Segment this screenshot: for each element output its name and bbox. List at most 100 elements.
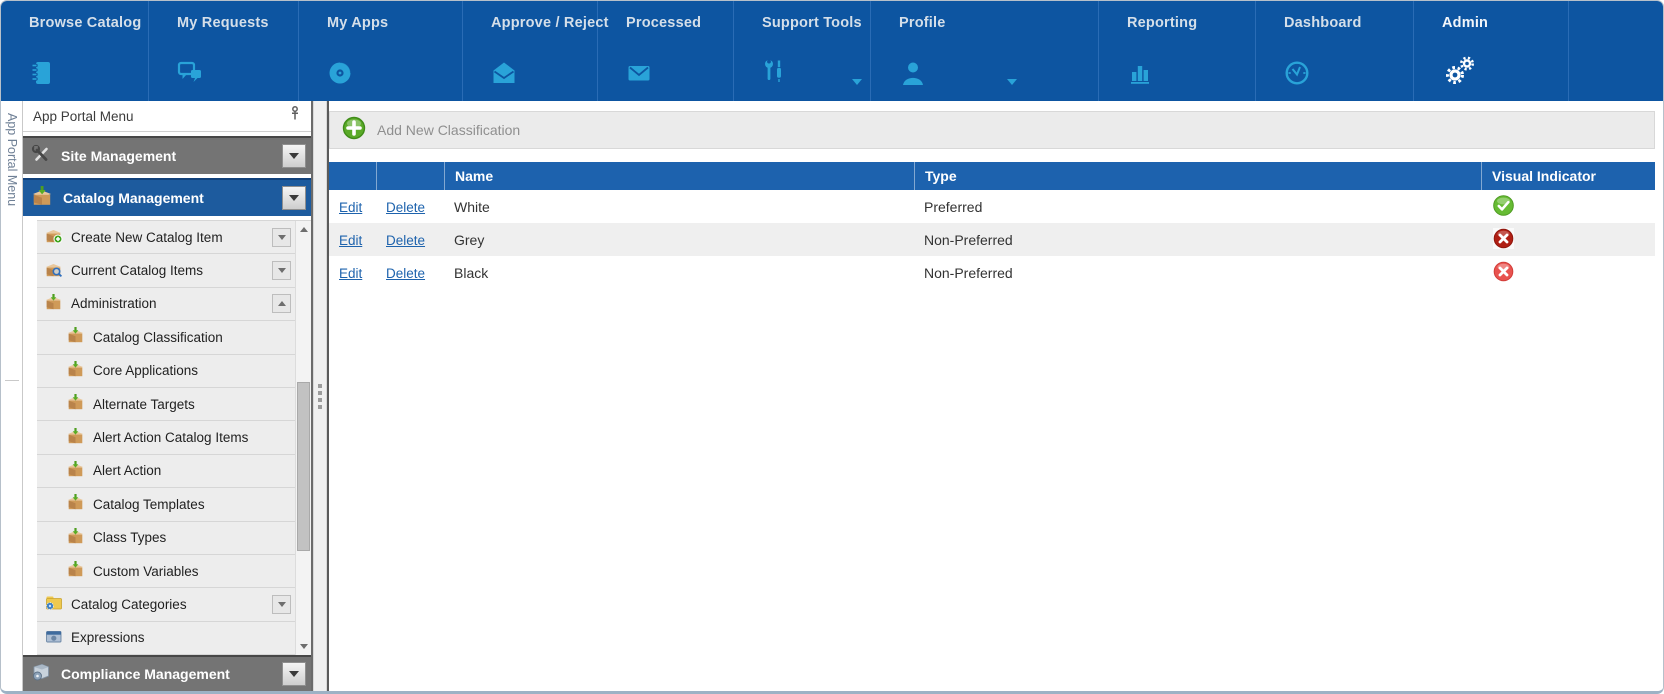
site-management-dropdown-button[interactable] <box>282 144 306 168</box>
bar-chart-icon <box>1127 60 1153 91</box>
sidebar-item-current-catalog-items[interactable]: Current Catalog Items <box>37 254 311 287</box>
sidebar-item-expressions[interactable]: Expressions <box>37 622 311 655</box>
sidebar-item-alternate-targets[interactable]: Alternate Targets <box>37 388 311 421</box>
sidebar-item-create-new-catalog-item[interactable]: Create New Catalog Item <box>37 221 311 254</box>
box-icon <box>67 394 85 414</box>
sidebar-item-label: Current Catalog Items <box>71 263 264 278</box>
item-dropdown-button[interactable] <box>272 595 291 614</box>
sidebar-item-label: Alert Action Catalog Items <box>93 430 291 445</box>
box-icon <box>67 361 85 381</box>
submenu-scrollbar[interactable] <box>295 221 311 655</box>
open-envelope-icon <box>491 60 517 91</box>
delete-link[interactable]: Delete <box>386 233 425 248</box>
sidebar-item-alert-action[interactable]: Alert Action <box>37 455 311 488</box>
scroll-down-icon[interactable] <box>296 639 311 654</box>
compliance-icon <box>31 663 51 686</box>
nav-label: Admin <box>1442 15 1568 31</box>
red-cross-icon <box>1493 228 1514 252</box>
nav-my-apps[interactable]: My Apps <box>299 1 463 101</box>
compliance-management-dropdown-button[interactable] <box>282 662 306 686</box>
sidebar-item-custom-variables[interactable]: Custom Variables <box>37 555 311 588</box>
scroll-up-icon[interactable] <box>296 222 311 237</box>
folder-gear-icon <box>45 594 63 614</box>
sidebar-item-label: Core Applications <box>93 363 291 378</box>
classification-type: Non-Preferred <box>914 265 1481 281</box>
table-header-row: Name Type Visual Indicator <box>329 162 1655 190</box>
sidebar-item-administration[interactable]: Administration <box>37 288 311 321</box>
nav-browse-catalog[interactable]: Browse Catalog <box>1 1 149 101</box>
green-check-icon <box>1493 195 1514 219</box>
item-collapse-button[interactable] <box>272 294 291 313</box>
nav-label: My Requests <box>177 15 298 31</box>
nav-profile[interactable]: Profile <box>871 1 1099 101</box>
delete-link[interactable]: Delete <box>386 200 425 215</box>
chat-bubbles-icon <box>177 60 204 91</box>
nav-label: Browse Catalog <box>29 15 148 31</box>
site-management-icon <box>31 144 51 169</box>
classification-toolbar: Add New Classification <box>329 111 1655 149</box>
header-name-column[interactable]: Name <box>444 162 914 190</box>
classification-table: Name Type Visual Indicator Edit Delete W… <box>329 162 1655 289</box>
sidebar: App Portal Menu Site Management <box>23 101 313 691</box>
nav-approve-reject[interactable]: Approve / Reject <box>463 1 598 101</box>
sidebar-group-site-management[interactable]: Site Management <box>23 136 311 174</box>
chevron-down-icon <box>852 79 862 85</box>
pin-icon[interactable] <box>287 105 303 127</box>
nav-support-tools[interactable]: Support Tools <box>734 1 871 101</box>
box-icon <box>67 428 85 448</box>
edit-link[interactable]: Edit <box>339 233 362 248</box>
sidebar-group-compliance-management[interactable]: Compliance Management <box>23 655 311 691</box>
catalog-management-submenu: Create New Catalog Item Current Catalog … <box>37 220 311 655</box>
scrollbar-thumb[interactable] <box>297 382 310 551</box>
sidebar-item-label: Custom Variables <box>93 564 291 579</box>
catalog-management-dropdown-button[interactable] <box>282 186 306 210</box>
sidebar-item-label: Class Types <box>93 530 291 545</box>
nav-label: Dashboard <box>1284 15 1413 31</box>
item-dropdown-button[interactable] <box>272 228 291 247</box>
item-dropdown-button[interactable] <box>272 261 291 280</box>
sidebar-item-alert-action-catalog-items[interactable]: Alert Action Catalog Items <box>37 421 311 454</box>
nav-reporting[interactable]: Reporting <box>1099 1 1256 101</box>
sidebar-item-label: Catalog Categories <box>71 597 264 612</box>
sidebar-item-catalog-categories[interactable]: Catalog Categories <box>37 588 311 621</box>
nav-admin[interactable]: Admin <box>1414 1 1569 101</box>
nav-label: Reporting <box>1127 15 1255 31</box>
sidebar-item-core-applications[interactable]: Core Applications <box>37 355 311 388</box>
sidebar-item-label: Expressions <box>71 630 291 645</box>
chevron-down-icon <box>1007 79 1017 85</box>
add-new-classification-button[interactable]: Add New Classification <box>342 116 520 145</box>
classification-type: Non-Preferred <box>914 232 1481 248</box>
edit-link[interactable]: Edit <box>339 266 362 281</box>
tools-icon <box>762 58 788 91</box>
add-plus-icon <box>342 116 366 145</box>
sidebar-title: App Portal Menu <box>33 109 287 124</box>
sidebar-item-catalog-templates[interactable]: Catalog Templates <box>37 488 311 521</box>
sidebar-item-catalog-classification[interactable]: Catalog Classification <box>37 321 311 354</box>
group-label: Compliance Management <box>61 666 272 682</box>
table-row: Edit Delete White Preferred <box>329 190 1655 223</box>
header-visual-indicator-column[interactable]: Visual Indicator <box>1481 162 1655 190</box>
edit-link[interactable]: Edit <box>339 200 362 215</box>
splitter-grip-icon <box>318 384 322 409</box>
app-portal-menu-side-tab[interactable]: App Portal Menu <box>1 101 23 691</box>
box-icon <box>67 561 85 581</box>
sidebar-group-catalog-management[interactable]: Catalog Management <box>23 178 311 216</box>
main-content: Add New Classification Name Type Visual … <box>327 101 1663 691</box>
table-row: Edit Delete Grey Non-Preferred <box>329 223 1655 256</box>
nav-processed[interactable]: Processed <box>598 1 734 101</box>
sidebar-splitter[interactable] <box>313 101 327 691</box>
nav-label: Support Tools <box>762 15 870 31</box>
nav-dashboard[interactable]: Dashboard <box>1256 1 1414 101</box>
sidebar-item-class-types[interactable]: Class Types <box>37 522 311 555</box>
add-button-label: Add New Classification <box>377 122 520 138</box>
nav-label: Profile <box>899 15 1098 31</box>
person-icon <box>899 60 927 91</box>
classification-type: Preferred <box>914 199 1481 215</box>
box-icon <box>45 294 63 314</box>
group-label: Catalog Management <box>63 190 272 206</box>
nav-label: My Apps <box>327 15 462 31</box>
nav-my-requests[interactable]: My Requests <box>149 1 299 101</box>
header-edit-column <box>329 162 376 190</box>
header-type-column[interactable]: Type <box>914 162 1481 190</box>
delete-link[interactable]: Delete <box>386 266 425 281</box>
